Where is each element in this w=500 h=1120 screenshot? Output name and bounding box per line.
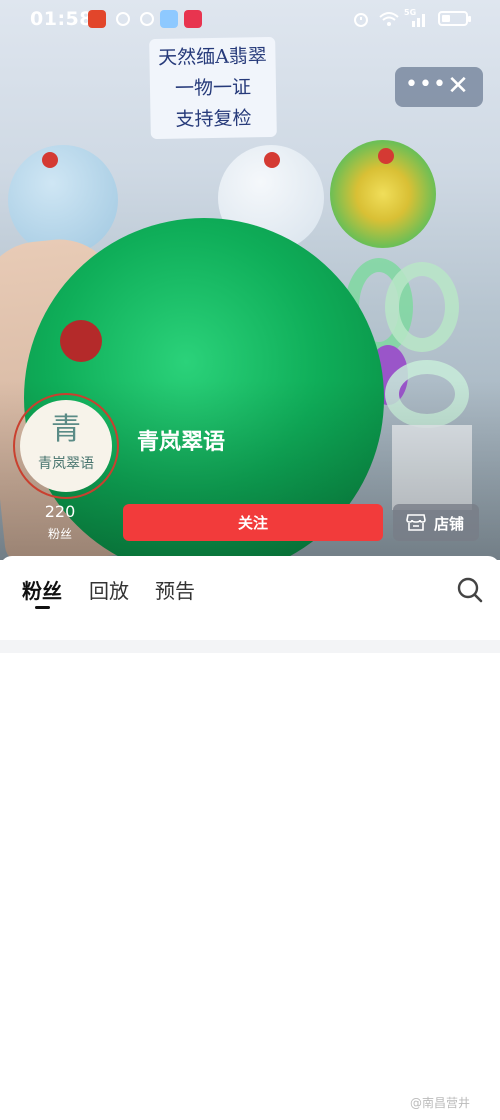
avatar[interactable]: 青 青岚翠语 [20,400,112,492]
price-tag [264,152,280,168]
avatar-text: 青岚翠语 [38,456,94,472]
tab-fans[interactable]: 粉丝 [22,575,62,604]
close-icon[interactable]: ✕ [443,71,473,103]
follow-button[interactable]: 关注 [123,504,383,541]
jade-bangle [385,262,459,352]
capsule-menu: ••• ✕ [395,67,483,107]
tab-replay[interactable]: 回放 [89,575,129,604]
alarm-icon [354,13,368,27]
status-time: 01:58 [30,8,93,30]
watermark: @南昌营井 [410,1096,471,1110]
store-label: 店铺 [434,515,465,533]
circle-icon [116,12,130,26]
tab-preview[interactable]: 预告 [155,575,195,604]
store-button[interactable]: 店铺 [393,504,479,541]
section-divider [0,640,500,653]
jade-sign: 天然缅A翡翠 一物一证 支持复检 [149,36,277,140]
signal-icon [412,14,425,27]
sign-line-3: 支持复检 [175,107,252,131]
avatar-logo: 青 [51,412,81,447]
store-icon [406,514,426,531]
more-icon[interactable]: ••• [405,73,446,101]
price-tag [60,320,102,362]
weather-icon [160,10,178,28]
price-tag [42,152,58,168]
fans-count: 220 [44,502,76,521]
battery-icon [438,11,471,26]
cloud-icon [140,12,154,26]
sign-line-1: 天然缅A翡翠 [157,45,268,69]
tab-indicator [35,606,50,609]
sign-line-2: 一物一证 [174,76,252,100]
shop-name: 青岚翠语 [137,430,226,455]
video-icon [184,10,202,28]
status-bar: 01:58 5G [0,0,500,38]
price-tag [378,148,394,164]
search-icon[interactable] [456,576,484,604]
wifi-icon [379,12,399,26]
fans-label: 粉丝 [47,527,72,541]
app-badge-icon [88,10,106,28]
